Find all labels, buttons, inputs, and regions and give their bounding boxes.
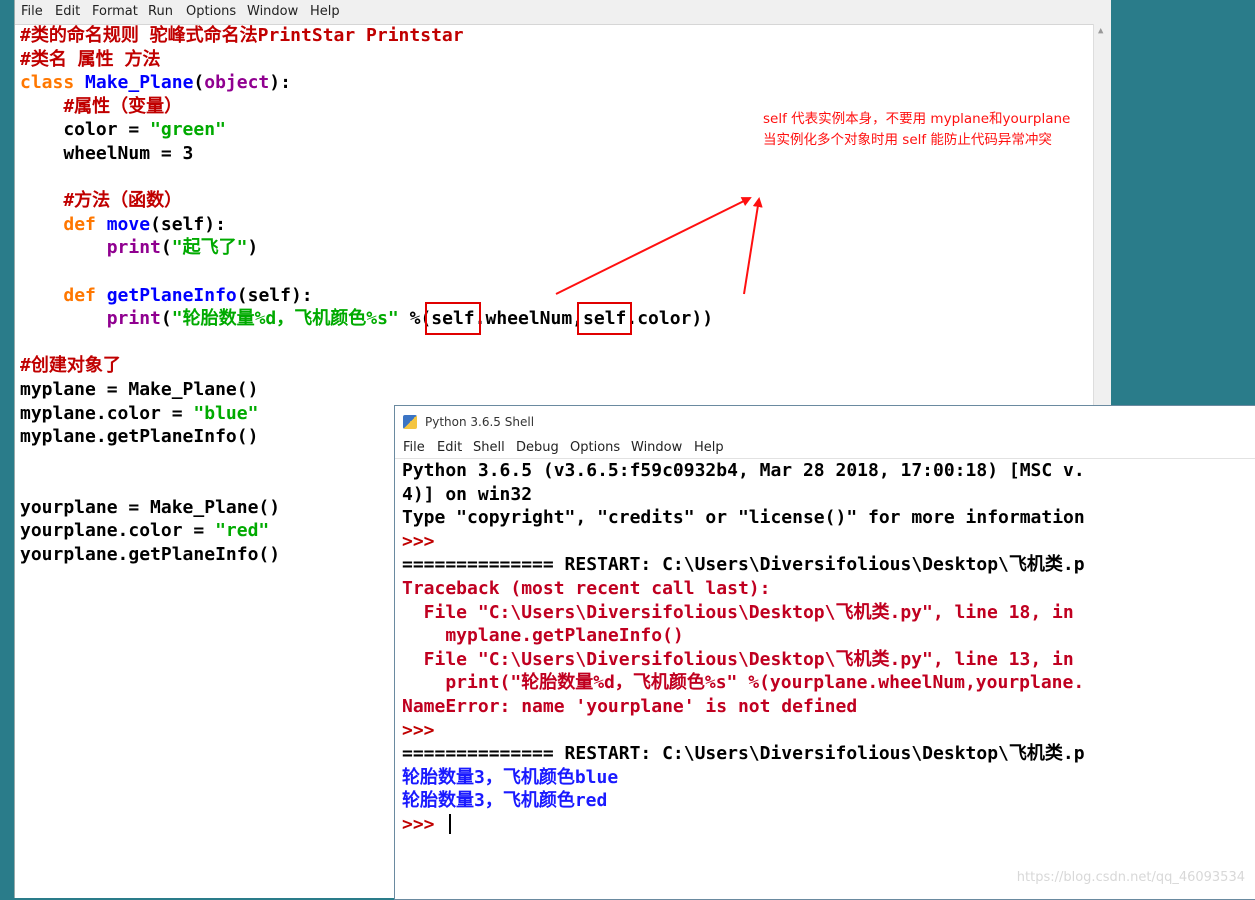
shell-line: print("轮胎数量%d，飞机颜色%s" %(yourplane.wheelN… [402,671,1255,695]
shell-line: >>> [402,719,1255,743]
shell-title: Python 3.6.5 Shell [425,415,535,429]
code-token: ============== RESTART: C:\Users\Diversi… [402,554,1085,576]
shell-line: File "C:\Users\Diversifolious\Desktop\飞机… [402,601,1255,625]
shell-line: 4)] on win32 [402,483,1255,507]
code-token: File "C:\Users\Diversifolious\Desktop\飞机… [402,601,1074,623]
shell-line: >>> [402,813,1255,837]
watermark: https://blog.csdn.net/qq_46093534 [1016,870,1245,885]
code-token: Traceback (most recent call last): [402,577,771,599]
code-token: Python 3.6.5 (v3.6.5:f59c0932b4, Mar 28 … [402,460,1085,481]
shell-line: myplane.getPlaneInfo() [402,624,1255,648]
shell-line: 轮胎数量3，飞机颜色blue [402,766,1255,790]
code-token: 轮胎数量3，飞机颜色red [402,790,608,812]
shell-line: Traceback (most recent call last): [402,577,1255,601]
code-token: 轮胎数量3，飞机颜色blue [402,766,619,788]
shell-line: ============== RESTART: C:\Users\Diversi… [402,742,1255,766]
python-shell-window: Python 3.6.5 Shell File Edit Shell Debug… [394,405,1255,900]
arrow-from-self-2 [743,197,763,295]
python-logo-icon [403,415,417,429]
code-token: >>> [402,719,446,741]
shell-line: NameError: name 'yourplane' is not defin… [402,695,1255,719]
code-token: 4)] on win32 [402,483,533,505]
text-cursor [449,813,452,834]
code-token: File "C:\Users\Diversifolious\Desktop\飞机… [402,648,1074,670]
code-token: myplane.getPlaneInfo() [402,625,684,647]
shell-menu-help[interactable]: Help [694,440,724,455]
shell-menu-file[interactable]: File [403,440,425,455]
shell-menubar: File Edit Shell Debug Options Window Hel… [395,436,1255,459]
shell-line: Python 3.6.5 (v3.6.5:f59c0932b4, Mar 28 … [402,459,1255,483]
shell-line: Type "copyright", "credits" or "license(… [402,506,1255,530]
shell-line: File "C:\Users\Diversifolious\Desktop\飞机… [402,648,1255,672]
shell-output-area[interactable]: Python 3.6.5 (v3.6.5:f59c0932b4, Mar 28 … [402,459,1255,837]
shell-line: 轮胎数量3，飞机颜色red [402,789,1255,813]
code-token: NameError: name 'yourplane' is not defin… [402,695,858,717]
code-token: Type "copyright", "credits" or "license(… [402,507,1085,529]
shell-line: >>> [402,530,1255,554]
shell-menu-debug[interactable]: Debug [516,440,559,455]
code-token: print("轮胎数量%d，飞机颜色%s" %(yourplane.wheelN… [402,672,1085,694]
shell-line: ============== RESTART: C:\Users\Diversi… [402,553,1255,577]
shell-menu-window[interactable]: Window [631,440,682,455]
arrow-from-self-1 [555,197,752,295]
code-token: ============== RESTART: C:\Users\Diversi… [402,743,1085,765]
shell-menu-shell[interactable]: Shell [473,440,505,455]
shell-titlebar[interactable]: Python 3.6.5 Shell [395,406,1255,436]
code-token: >>> [402,530,446,552]
shell-menu-options[interactable]: Options [570,440,620,455]
shell-menu-edit[interactable]: Edit [437,440,462,455]
code-token: >>> [402,813,446,835]
